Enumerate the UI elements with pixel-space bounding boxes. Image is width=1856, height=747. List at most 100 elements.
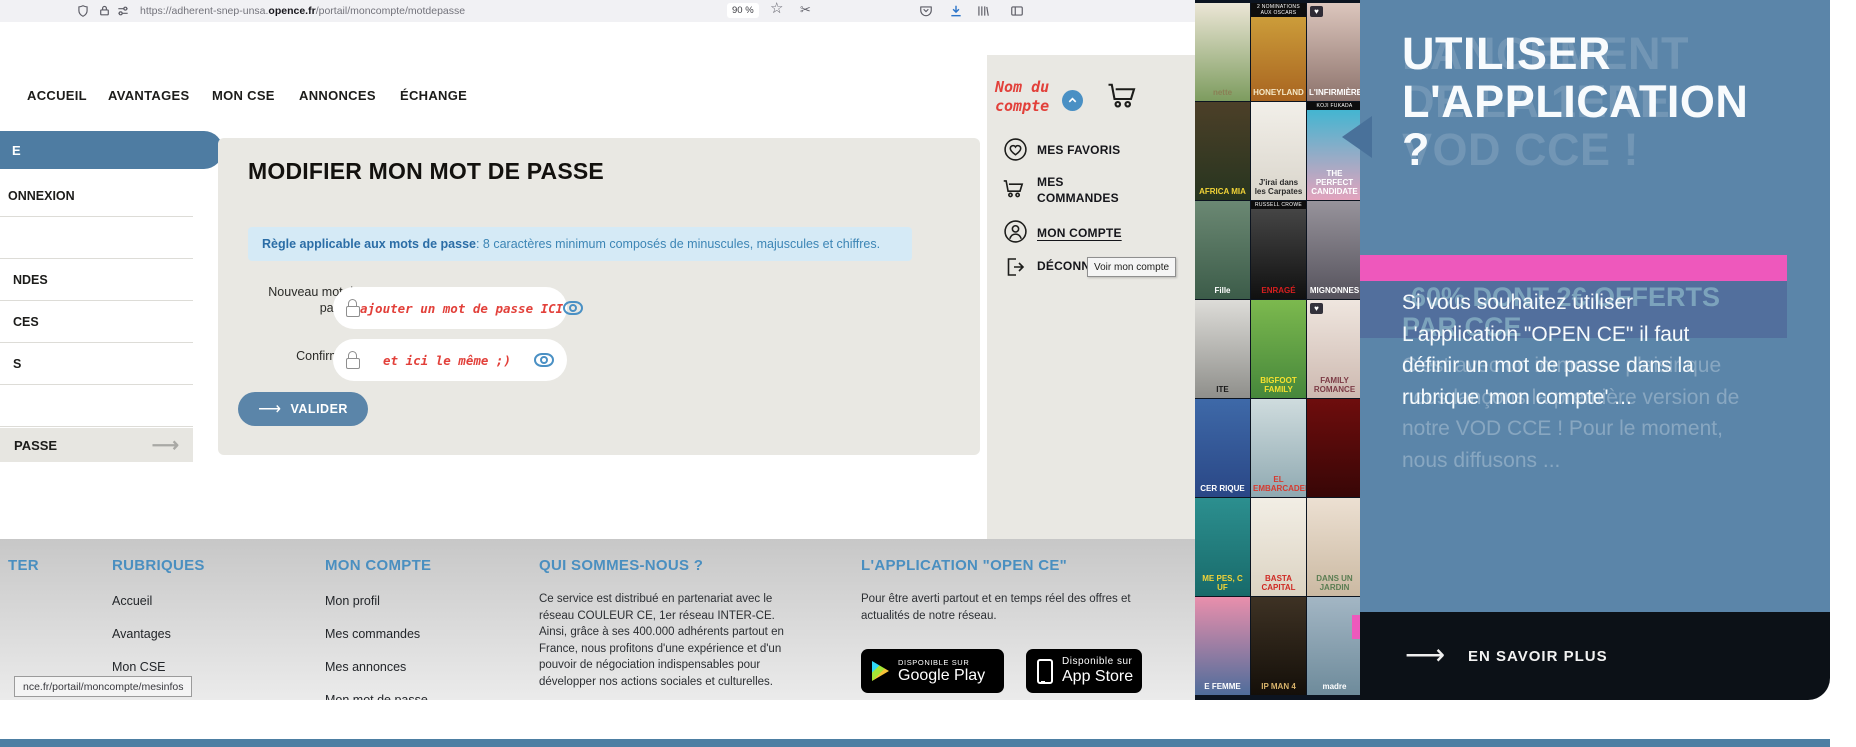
poster-tile[interactable]: ♥ L'INFIRMIÈRE	[1307, 3, 1362, 101]
lock-icon	[346, 299, 360, 317]
promo-line: rubrique 'mon compte' ...	[1402, 385, 1632, 409]
menu-item-favoris-label[interactable]: MES FAVORIS	[1037, 143, 1120, 157]
nav-item-echange[interactable]: ÉCHANGE	[400, 88, 467, 103]
url-path: /portail/moncompte/motdepasse	[315, 5, 466, 17]
nav-item-accueil[interactable]: ACCUEIL	[27, 88, 87, 103]
promo-title-bright: ?	[1402, 124, 1430, 175]
poster-title: MIGNONNES	[1309, 286, 1360, 295]
valider-button[interactable]: ⟶ VALIDER	[238, 392, 368, 426]
poster-title: DANS UN JARDIN	[1316, 574, 1353, 592]
sidebar-toggle-icon[interactable]	[1010, 4, 1024, 18]
sidebar-item-hidden-1[interactable]	[0, 217, 193, 259]
footer-link-mot-de-passe[interactable]: Mon mot de passe	[325, 693, 428, 700]
menu-item-commandes-label2[interactable]: COMMANDES	[1037, 191, 1119, 205]
favorite-heart-icon[interactable]: ♥	[1310, 303, 1323, 314]
google-play-line1: DISPONIBLE SUR	[898, 657, 970, 667]
arrow-right-icon[interactable]: ⟶	[1405, 638, 1445, 671]
logout-icon	[1007, 258, 1025, 276]
poster-tile[interactable]: madre	[1307, 597, 1362, 695]
menu-item-favoris[interactable]	[1003, 137, 1028, 167]
promo-pink-notch	[1352, 615, 1360, 639]
show-password-eye-icon[interactable]	[534, 353, 554, 367]
sidebar-item-annonces[interactable]: CES	[0, 301, 193, 343]
lock-icon[interactable]	[98, 4, 111, 17]
confirm-password-input[interactable]: et ici le même ;)	[333, 339, 567, 381]
poster-tile[interactable]: J'irai dans les Carpates	[1251, 102, 1306, 200]
poster-tile[interactable]: E FEMME	[1195, 597, 1250, 695]
nav-item-mon-cse[interactable]: MON CSE	[212, 88, 275, 103]
poster-tile[interactable]: nette	[1195, 3, 1250, 101]
cart-icon[interactable]	[1102, 78, 1142, 114]
account-collapse-button[interactable]	[1062, 90, 1083, 111]
google-play-icon	[872, 661, 889, 681]
sidebar-item-connexion[interactable]: ONNEXION	[0, 175, 193, 217]
menu-item-compte-label[interactable]: MON COMPTE	[1037, 226, 1122, 240]
bookmark-star-icon[interactable]: ☆	[770, 1, 783, 16]
sidebar-item-mot-de-passe[interactable]: PASSE ⟶	[0, 428, 193, 462]
favorite-heart-icon[interactable]: ♥	[1310, 6, 1323, 17]
promo-paragraph: Si vous souhaitez utiliser L'application…	[1402, 287, 1694, 413]
poster-tile[interactable]: EL EMBARCADERO	[1251, 399, 1306, 497]
app-store-line1: Disponible sur	[1062, 656, 1133, 667]
footer-link-mon-profil[interactable]: Mon profil	[325, 594, 380, 608]
footer-link-accueil[interactable]: Accueil	[112, 594, 152, 608]
download-icon[interactable]	[949, 4, 963, 18]
poster-tile[interactable]: ME PES, C UF	[1195, 498, 1250, 596]
footer-link-avantages[interactable]: Avantages	[112, 627, 171, 641]
poster-tile[interactable]: RUSSELL CROWE ENRAGÉ	[1251, 201, 1306, 299]
new-password-input[interactable]: ajouter un mot de passe ICI	[333, 287, 584, 329]
sidebar-item-label: ONNEXION	[8, 188, 75, 203]
poster-tile[interactable]: IP MAN 4	[1251, 597, 1306, 695]
sidebar-item-avis[interactable]: S	[0, 343, 193, 385]
poster-tile[interactable]: 2 NOMINATIONS AUX OSCARS HONEYLAND	[1251, 3, 1306, 101]
heart-circle-icon	[1004, 138, 1027, 161]
menu-item-compte[interactable]	[1003, 219, 1028, 249]
en-savoir-plus-button[interactable]: EN SAVOIR PLUS	[1468, 648, 1608, 665]
sidebar-item-hidden-2[interactable]	[0, 385, 193, 427]
screenshot-scissors-icon[interactable]: ✂	[800, 3, 811, 17]
browser-toolbar: https://adherent-snep-unsa.opence.fr/por…	[0, 0, 1195, 23]
sidebar-item-label: NDES	[13, 272, 48, 287]
promo-title-bright: UTILISER	[1402, 28, 1612, 79]
sidebar-active-label-fragment: E	[12, 142, 21, 158]
footer-about-text: Ce service est distribué en partenariat …	[539, 593, 784, 688]
footer-heading-qui-sommes-nous: QUI SOMMES-NOUS ?	[539, 557, 704, 574]
show-password-eye-icon[interactable]	[563, 301, 584, 315]
app-store-badge[interactable]: Disponible sur App Store	[1026, 649, 1142, 693]
footer-link-mon-cse[interactable]: Mon CSE	[112, 660, 166, 674]
poster-grid: nette 2 NOMINATIONS AUX OSCARS HONEYLAND ♥ L…	[1195, 3, 1362, 695]
poster-tile[interactable]: MIGNONNES	[1307, 201, 1362, 299]
footer-link-mes-commandes[interactable]: Mes commandes	[325, 627, 420, 641]
google-play-badge[interactable]: DISPONIBLE SUR Google Play	[861, 649, 1004, 693]
footer-link-mes-annonces[interactable]: Mes annonces	[325, 660, 406, 674]
poster-tile[interactable]: BASTA CAPITAL	[1251, 498, 1306, 596]
permissions-icon[interactable]	[116, 4, 130, 18]
shield-icon[interactable]	[76, 4, 90, 18]
promo-line: définir un mot de passe dans la	[1402, 354, 1694, 377]
sidebar-item-commandes[interactable]: NDES	[0, 259, 193, 301]
poster-tile[interactable]: Fille	[1195, 201, 1250, 299]
library-icon[interactable]	[976, 4, 990, 18]
menu-item-commandes[interactable]	[1000, 176, 1027, 207]
zoom-level-indicator[interactable]: 90 %	[727, 3, 759, 18]
poster-title: L'INFIRMIÈRE	[1309, 88, 1362, 97]
menu-item-deconnexion-label[interactable]: DÉCONN	[1037, 259, 1090, 273]
nav-item-annonces[interactable]: ANNONCES	[299, 88, 376, 103]
promo-faded-line: nous diffusons ...	[1402, 448, 1561, 472]
poster-tile[interactable]: BIGFOOT FAMILY	[1251, 300, 1306, 398]
nav-item-avantages[interactable]: AVANTAGES	[108, 88, 189, 103]
account-name-annotation: Nom du compte	[995, 78, 1049, 116]
pocket-icon[interactable]	[919, 4, 933, 18]
poster-tile[interactable]: ITE	[1195, 300, 1250, 398]
poster-tile[interactable]: KOJI FUKADA THE PERFECT CANDIDATE	[1307, 102, 1362, 200]
address-bar[interactable]: https://adherent-snep-unsa.opence.fr/por…	[140, 5, 465, 17]
sidebar-item-active[interactable]: E	[0, 131, 223, 169]
google-play-line2: Google Play	[898, 666, 986, 684]
poster-tile[interactable]: ♥ FAMILY ROMANCE	[1307, 300, 1362, 398]
poster-tile[interactable]	[1307, 399, 1362, 497]
poster-tile[interactable]: CER RIQUE	[1195, 399, 1250, 497]
menu-item-deconnexion[interactable]	[1003, 255, 1027, 284]
menu-item-commandes-label1[interactable]: MES	[1037, 175, 1064, 189]
poster-tile[interactable]: AFRICA MIA	[1195, 102, 1250, 200]
poster-tile[interactable]: DANS UN JARDIN	[1307, 498, 1362, 596]
